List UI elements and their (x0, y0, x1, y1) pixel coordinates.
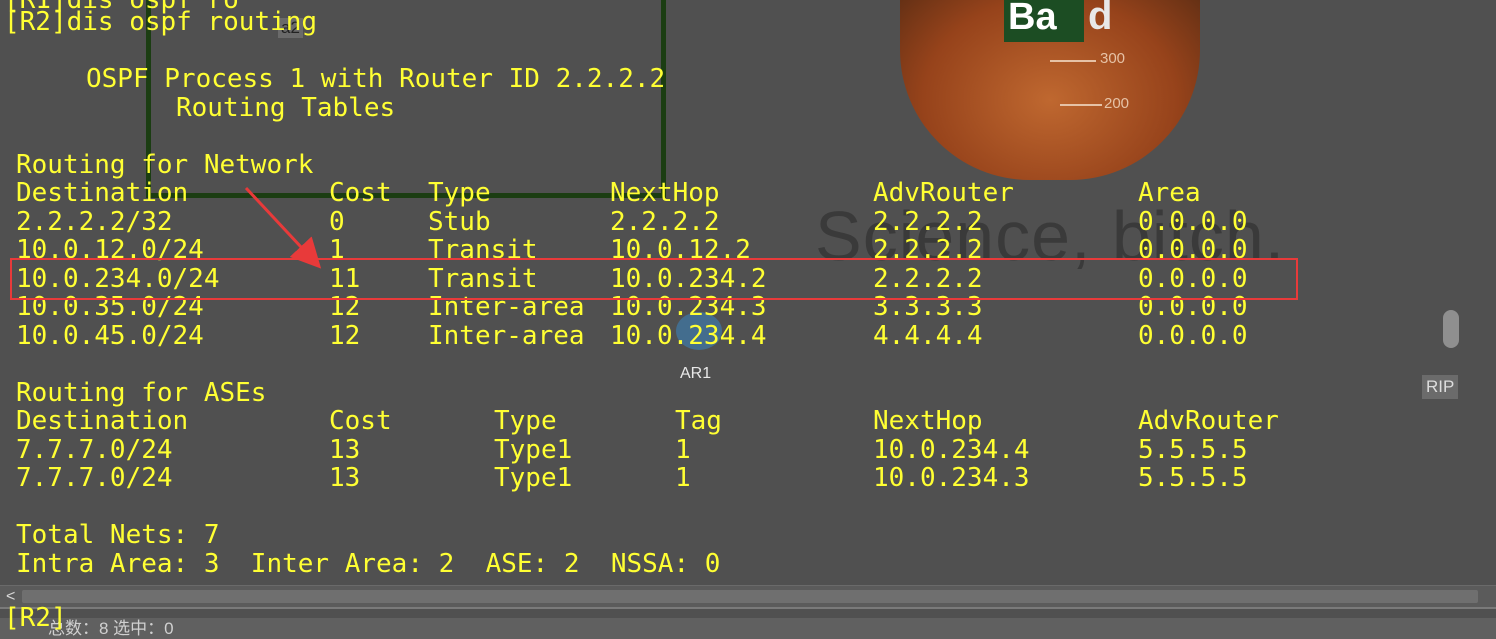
network-table-cell: 0.0.0.0 (1138, 206, 1248, 237)
network-table-cell: Inter-area (428, 320, 585, 351)
network-table-cell: 12 (329, 320, 361, 351)
network-table-column-header: Area (1138, 178, 1201, 208)
ase-table-cell: 5.5.5.5 (1138, 463, 1248, 493)
ase-table-cell: 7.7.7.0/24 (16, 434, 173, 465)
network-table-cell: 2.2.2.2 (873, 206, 983, 237)
network-table-cell: 10.0.234.4 (610, 320, 767, 351)
area-summary-line: Intra Area: 3 Inter Area: 2 ASE: 2 NSSA:… (16, 549, 721, 579)
network-table-column-header: AdvRouter (873, 178, 1014, 208)
ase-table-cell: 10.0.234.4 (873, 434, 1030, 465)
ase-table-column-header: NextHop (873, 406, 983, 436)
ase-table-cell: 7.7.7.0/24 (16, 463, 173, 493)
ase-table-column-header: Tag (675, 406, 722, 436)
ase-table-cell: 5.5.5.5 (1138, 434, 1248, 465)
annotation-arrow (244, 186, 322, 269)
horizontal-scrollbar[interactable]: < (0, 585, 1496, 608)
network-table-cell: 4.4.4.4 (873, 320, 983, 351)
ase-table-cell: 13 (329, 434, 361, 465)
network-table-cell: 0.0.0.0 (1138, 320, 1248, 351)
ase-table-cell: 1 (675, 434, 691, 465)
network-table-column-header: Type (428, 178, 491, 208)
network-table-cell: 2.2.2.2 (610, 206, 720, 237)
ase-table-column-header: Type (494, 406, 557, 436)
ase-table-cell: 1 (675, 463, 691, 493)
ase-section-title: Routing for ASEs (16, 378, 267, 408)
total-nets-line: Total Nets: 7 (16, 520, 220, 550)
terminal-divider (0, 607, 1496, 609)
status-text: 总数：8 选中：0 (48, 619, 174, 638)
network-table-column-header: NextHop (610, 178, 720, 208)
ase-table-column-header: Destination (16, 406, 189, 436)
network-table-cell: 10.0.45.0/24 (16, 320, 204, 351)
ase-table-cell: Type1 (494, 463, 573, 493)
network-table-cell: Stub (428, 206, 491, 237)
ase-table-column-header: AdvRouter (1138, 406, 1279, 436)
cli-terminal[interactable]: [R1]dis ospf ro [R2]dis ospf routing OSP… (0, 0, 1496, 600)
ase-table-cell: 10.0.234.3 (873, 463, 1030, 493)
ase-table-column-header: Cost (329, 406, 392, 436)
scroll-thumb[interactable] (22, 590, 1478, 603)
ase-table-cell: 13 (329, 463, 361, 493)
ase-table-cell: Type1 (494, 434, 573, 465)
status-bar: 总数：8 选中：0 (0, 618, 1496, 639)
terminal-prompt[interactable]: [R2] (4, 604, 67, 632)
